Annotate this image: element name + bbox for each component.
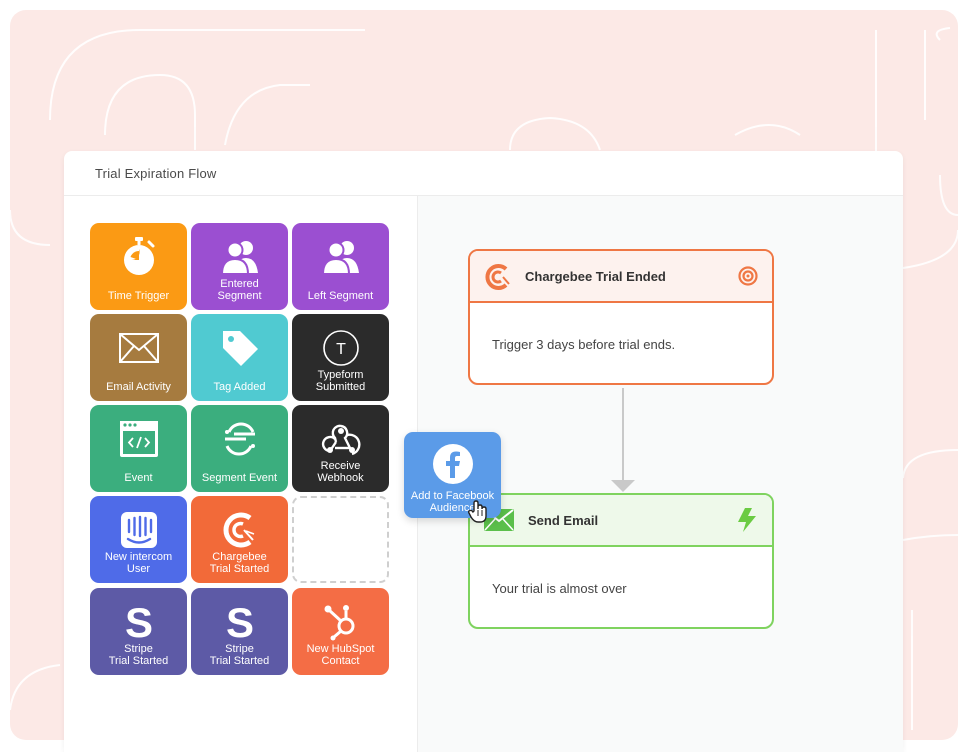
action-node-header: Send Email [470,495,772,547]
action-node[interactable]: Send Email Your trial is almost over [468,493,774,629]
dragging-tile-facebook-audience[interactable]: Add to Facebook Audience [404,432,501,523]
chargebee-icon [484,262,514,297]
action-node-title: Send Email [528,512,599,528]
trigger-node[interactable]: Chargebee Trial Ended Trigger 3 days bef… [468,249,774,385]
facebook-icon [433,444,473,487]
trigger-node-header: Chargebee Trial Ended [470,251,772,303]
action-node-body: Your trial is almost over [492,580,627,596]
trigger-node-title: Chargebee Trial Ended [525,268,666,284]
target-icon [738,266,758,291]
lightning-icon [736,508,758,537]
hand-cursor-icon [467,500,490,527]
trigger-node-body: Trigger 3 days before trial ends. [492,336,676,352]
